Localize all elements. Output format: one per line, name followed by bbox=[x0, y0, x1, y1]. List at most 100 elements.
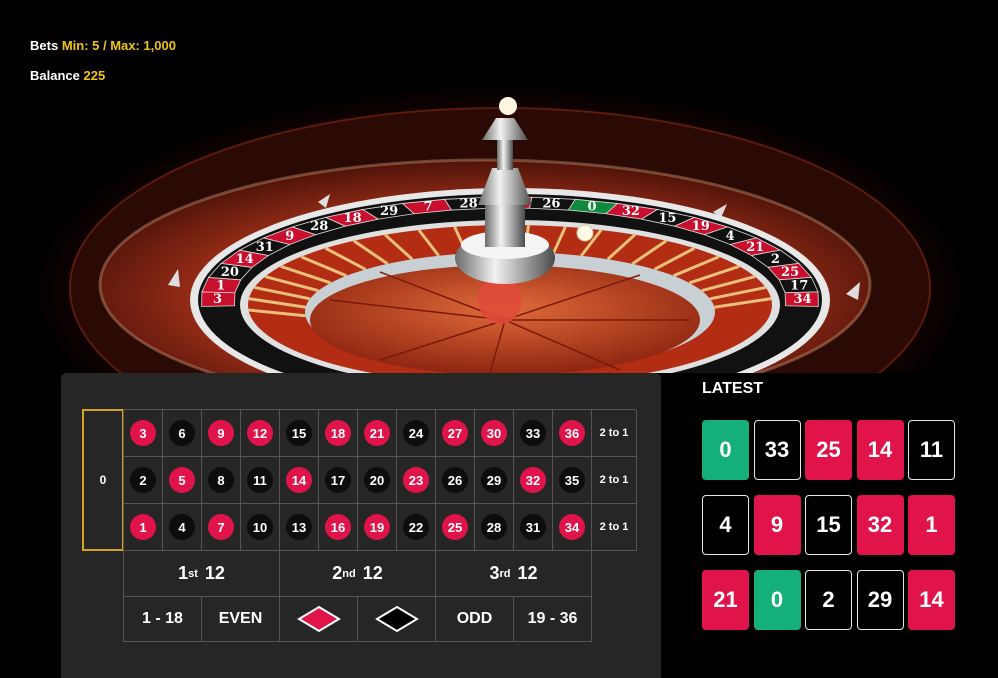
wheel-pocket-number: 18 bbox=[344, 211, 362, 226]
bet-dozen-3[interactable]: 3rd 12 bbox=[436, 551, 592, 597]
zero-label: 0 bbox=[99, 473, 107, 487]
wheel-pocket-number: 3 bbox=[213, 292, 222, 307]
latest-result-tile: 9 bbox=[753, 495, 801, 555]
betting-board: 0 3 6 9 12 15 18 21 24 27 30 33 36 2 to 1 2 5 8 11 14 17 20… bbox=[61, 373, 661, 678]
wheel-pocket-number: 21 bbox=[746, 240, 764, 255]
bet-number-27[interactable]: 27 bbox=[436, 410, 475, 457]
bet-19-36[interactable]: 19 - 36 bbox=[514, 597, 592, 642]
number-disc: 7 bbox=[208, 514, 234, 540]
number-disc: 32 bbox=[520, 467, 546, 493]
bet-zero[interactable]: 0 bbox=[82, 409, 124, 551]
number-disc: 25 bbox=[442, 514, 468, 540]
latest-result-tile: 0 bbox=[753, 570, 801, 630]
bet-number-9[interactable]: 9 bbox=[202, 410, 241, 457]
dozen-ordinal: rd bbox=[499, 567, 511, 580]
bet-number-6[interactable]: 6 bbox=[163, 410, 202, 457]
bet-number-5[interactable]: 5 bbox=[163, 457, 202, 504]
bet-1-18-label: 1 - 18 bbox=[142, 610, 183, 627]
bet-number-8[interactable]: 8 bbox=[202, 457, 241, 504]
bet-even-label: EVEN bbox=[218, 610, 263, 627]
latest-result-tile: 29 bbox=[856, 570, 904, 630]
number-disc: 23 bbox=[403, 467, 429, 493]
bet-number-21[interactable]: 21 bbox=[358, 410, 397, 457]
bet-column-3[interactable]: 2 to 1 bbox=[592, 410, 637, 457]
number-disc: 18 bbox=[325, 420, 351, 446]
number-disc: 4 bbox=[169, 514, 195, 540]
bet-number-34[interactable]: 34 bbox=[553, 504, 592, 551]
number-disc: 35 bbox=[559, 467, 585, 493]
wheel-pocket-number: 2 bbox=[771, 252, 780, 267]
number-disc: 24 bbox=[403, 420, 429, 446]
bet-column-1[interactable]: 2 to 1 bbox=[592, 504, 637, 551]
latest-title: LATEST bbox=[702, 380, 764, 397]
bet-odd-label: ODD bbox=[456, 610, 493, 627]
bet-column-2[interactable]: 2 to 1 bbox=[592, 457, 637, 504]
bet-number-15[interactable]: 15 bbox=[280, 410, 319, 457]
bet-number-4[interactable]: 4 bbox=[163, 504, 202, 551]
bet-number-12[interactable]: 12 bbox=[241, 410, 280, 457]
latest-result-tile: 14 bbox=[908, 570, 955, 630]
bet-number-3[interactable]: 3 bbox=[124, 410, 163, 457]
bet-number-16[interactable]: 16 bbox=[319, 504, 358, 551]
bet-number-13[interactable]: 13 bbox=[280, 504, 319, 551]
bet-number-11[interactable]: 11 bbox=[241, 457, 280, 504]
number-disc: 12 bbox=[247, 420, 273, 446]
number-disc: 16 bbox=[325, 514, 351, 540]
bet-number-30[interactable]: 30 bbox=[475, 410, 514, 457]
wheel-pocket-number: 34 bbox=[793, 292, 811, 307]
wheel-pocket-number: 14 bbox=[236, 252, 254, 267]
bet-black[interactable] bbox=[358, 597, 436, 642]
wheel-pocket-number: 26 bbox=[542, 196, 560, 211]
number-disc: 9 bbox=[208, 420, 234, 446]
bet-number-2[interactable]: 2 bbox=[124, 457, 163, 504]
bet-1-18[interactable]: 1 - 18 bbox=[124, 597, 202, 642]
bet-number-10[interactable]: 10 bbox=[241, 504, 280, 551]
bet-number-29[interactable]: 29 bbox=[475, 457, 514, 504]
bet-number-24[interactable]: 24 bbox=[397, 410, 436, 457]
bet-number-20[interactable]: 20 bbox=[358, 457, 397, 504]
bet-number-35[interactable]: 35 bbox=[553, 457, 592, 504]
wheel-pocket-number: 15 bbox=[658, 211, 676, 226]
bet-number-22[interactable]: 22 bbox=[397, 504, 436, 551]
number-disc: 27 bbox=[442, 420, 468, 446]
wheel-pocket-number: 31 bbox=[256, 240, 274, 255]
bet-even[interactable]: EVEN bbox=[202, 597, 280, 642]
bet-number-25[interactable]: 25 bbox=[436, 504, 475, 551]
bet-number-32[interactable]: 32 bbox=[514, 457, 553, 504]
bet-dozen-2[interactable]: 2nd 12 bbox=[280, 551, 436, 597]
column-bet-label: 2 to 1 bbox=[599, 474, 629, 486]
bet-odd[interactable]: ODD bbox=[436, 597, 514, 642]
bet-number-23[interactable]: 23 bbox=[397, 457, 436, 504]
bet-number-36[interactable]: 36 bbox=[553, 410, 592, 457]
number-disc: 28 bbox=[481, 514, 507, 540]
roulette-wheel: 312014319281829728122603215194212251734 bbox=[30, 85, 970, 373]
bet-number-7[interactable]: 7 bbox=[202, 504, 241, 551]
dozen-ordinal: nd bbox=[342, 567, 356, 580]
bet-number-19[interactable]: 19 bbox=[358, 504, 397, 551]
dozen-suffix: 12 bbox=[199, 563, 225, 583]
bet-number-31[interactable]: 31 bbox=[514, 504, 553, 551]
number-disc: 6 bbox=[169, 420, 195, 446]
bet-number-33[interactable]: 33 bbox=[514, 410, 553, 457]
bet-number-17[interactable]: 17 bbox=[319, 457, 358, 504]
wheel-pocket-number: 19 bbox=[692, 219, 710, 234]
bet-number-1[interactable]: 1 bbox=[124, 504, 163, 551]
bet-red[interactable] bbox=[280, 597, 358, 642]
bet-number-26[interactable]: 26 bbox=[436, 457, 475, 504]
bet-number-18[interactable]: 18 bbox=[319, 410, 358, 457]
bet-number-14[interactable]: 14 bbox=[280, 457, 319, 504]
dozen-suffix: 12 bbox=[512, 563, 538, 583]
red-diamond-icon bbox=[296, 605, 341, 633]
bet-number-28[interactable]: 28 bbox=[475, 504, 514, 551]
number-disc: 31 bbox=[520, 514, 546, 540]
wheel-pocket-number: 7 bbox=[423, 199, 432, 214]
number-disc: 3 bbox=[130, 420, 156, 446]
number-disc: 30 bbox=[481, 420, 507, 446]
number-disc: 21 bbox=[364, 420, 390, 446]
wheel-pocket-number: 28 bbox=[310, 219, 328, 234]
number-disc: 20 bbox=[364, 467, 390, 493]
latest-result-tile: 25 bbox=[805, 420, 852, 480]
latest-result-tile: 15 bbox=[805, 495, 852, 555]
number-disc: 19 bbox=[364, 514, 390, 540]
bet-dozen-1[interactable]: 1st 12 bbox=[124, 551, 280, 597]
